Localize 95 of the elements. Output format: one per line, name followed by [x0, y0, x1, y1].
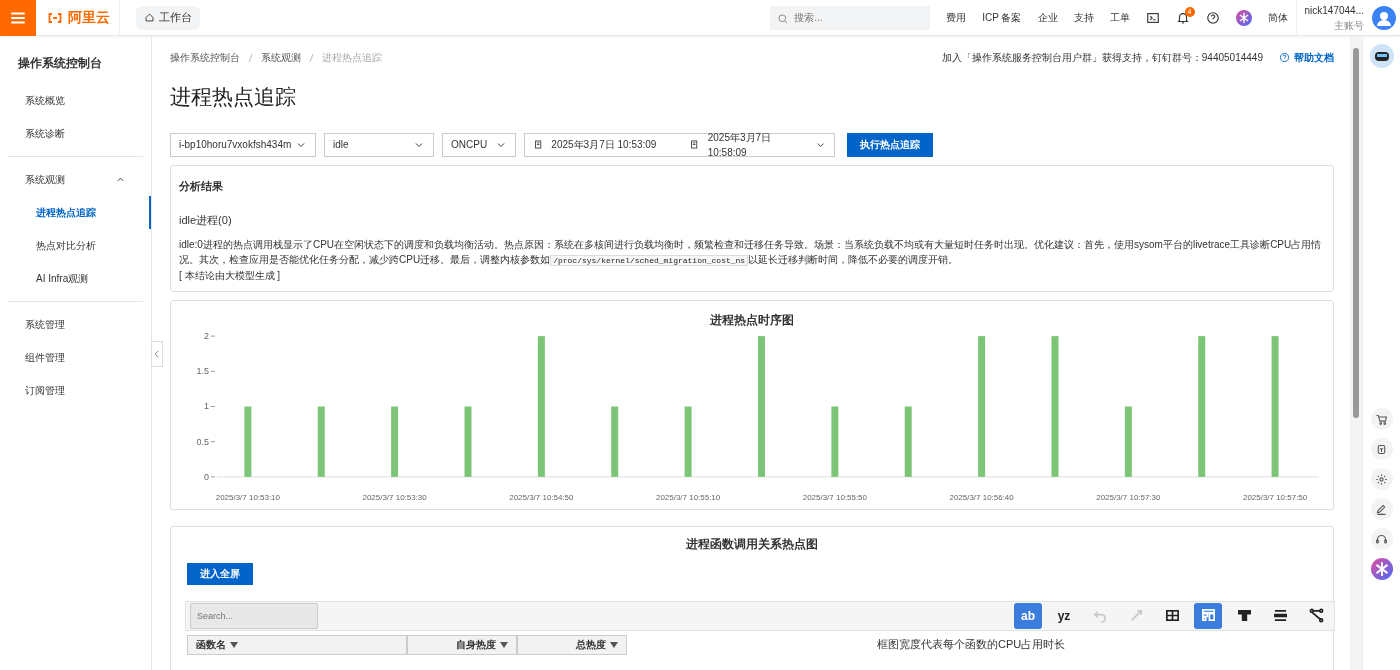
chart-bar: [831, 406, 839, 477]
instance-select[interactable]: i-bp10horu7vxokfsh434m: [170, 132, 316, 157]
table-icon: [1164, 608, 1180, 623]
cart-icon[interactable]: [1375, 412, 1388, 426]
sort-icon: [500, 641, 508, 648]
x-tick-label: 2025/3/7 10:56:40: [949, 492, 1014, 502]
help-icon[interactable]: [1205, 10, 1220, 25]
kernel-parameter-path: /proc/sys/kernel/sched_migration_cost_ns: [550, 254, 749, 266]
nav-link[interactable]: 工单: [1109, 10, 1130, 25]
sidebar-item[interactable]: 系统诊断: [0, 117, 151, 150]
chart-bar: [1124, 406, 1132, 477]
help-link[interactable]: 帮助文档: [1279, 50, 1334, 65]
sort-icon: [610, 641, 618, 648]
breadcrumb-separator-icon: [309, 52, 314, 63]
process-heading: idle进程(0): [179, 213, 233, 228]
language-link[interactable]: 简体: [1267, 10, 1288, 25]
sort-icon: [230, 641, 238, 648]
mode-select[interactable]: ONCPU: [442, 132, 516, 157]
search-field[interactable]: Search...: [190, 602, 318, 629]
account-type: 主账号: [1334, 18, 1364, 33]
home-icon: [144, 12, 155, 23]
sidebar-title: 操作系统控制台: [17, 55, 103, 72]
x-tick-label: 2025/3/7 10:55:10: [656, 492, 721, 502]
calendar-icon: [533, 139, 544, 150]
x-tick-label: 2025/3/7 10:55:50: [802, 492, 867, 502]
nav-link[interactable]: ICP 备案: [982, 10, 1022, 25]
x-tick-label: 2025/3/7 10:53:30: [362, 492, 427, 502]
breadcrumb-link[interactable]: 系统观测: [261, 50, 301, 65]
column-header[interactable]: 总热度: [517, 634, 627, 655]
graph-icon: [1308, 608, 1324, 623]
chart-bar: [317, 406, 325, 477]
nav-link[interactable]: 支持: [1073, 10, 1094, 25]
bell-icon[interactable]: [1175, 10, 1190, 25]
sandwich-icon: [1272, 608, 1288, 623]
scrollbar-thumb[interactable]: [1353, 48, 1359, 418]
chevron-left-icon: [152, 349, 162, 359]
section-title: 进程函数调用关系热点图: [685, 535, 819, 553]
search-field[interactable]: 搜索...: [770, 5, 931, 30]
breadcrumb-link[interactable]: 操作系统控制台: [170, 50, 240, 65]
nav-link[interactable]: 费用: [946, 10, 967, 25]
chart-bar: [391, 406, 399, 477]
support-notice: 加入「操作系统服务控制台用户群」获得支持，钉钉群号：94405014449: [941, 51, 1263, 65]
sidebar-item[interactable]: AI Infra观测: [0, 262, 151, 295]
sidebar-item[interactable]: 热点对比分析: [0, 229, 151, 262]
calendar-icon: [689, 139, 700, 150]
fullscreen-button[interactable]: 进入全屏: [187, 562, 253, 585]
chart-bar: [684, 406, 692, 477]
column-header[interactable]: 自身热度: [407, 634, 517, 655]
menu-button[interactable]: [0, 0, 36, 36]
section-title: 分析结果: [179, 178, 224, 194]
sort-button[interactable]: yz: [1050, 602, 1078, 629]
date-range-picker[interactable]: 2025年3月7日 10:53:09 2025年3月7日 10:58:09: [524, 132, 835, 157]
y-tick-label: 0: [203, 471, 209, 482]
nav-link[interactable]: 企业: [1037, 10, 1058, 25]
chart-bar: [464, 406, 472, 477]
assistant-icon[interactable]: [1370, 558, 1393, 580]
breadcrumb-separator-icon: [248, 52, 253, 63]
chart-title: 进程热点时序图: [710, 312, 794, 327]
user-name[interactable]: nick147044...: [1304, 2, 1364, 18]
chart-bar: [244, 406, 252, 477]
y-tick-label: 1.5: [196, 365, 209, 376]
x-tick-label: 2025/3/7 10:57:50: [1242, 492, 1308, 502]
robot-icon[interactable]: [1369, 44, 1394, 68]
chart-bar: [904, 406, 912, 477]
assistant-icon[interactable]: [1235, 9, 1252, 26]
chart-bar: [611, 406, 619, 477]
breadcrumb-current: 进程热点追踪: [322, 51, 382, 65]
redo-icon: [1128, 608, 1144, 623]
y-tick-label: 1: [203, 401, 209, 411]
pen-icon[interactable]: [1375, 502, 1388, 516]
column-header[interactable]: 函数名: [187, 634, 407, 655]
avatar-icon[interactable]: [1372, 5, 1396, 30]
sidebar-item[interactable]: 系统管理: [0, 308, 151, 341]
analysis-text: idle:0进程的热点调用栈显示了CPU在空闲状态下的调度和负载均衡活动。热点原因：系统在多核间进行负载均衡时，频繁检查和迁移任务导致。场景：当系统负载不均或有大量短时任务时出现。优化建议：首先，使用sysom平台的livetrace工具诊断CPU占用情况。其次，检查应用是否能优化任务分配，减少跨CPU迁移。最后，调整内核参数如 /proc/sys/kernel/sched_migration_cost_ns 以延长迁移判断时间，降低不必要的调度开销。: [179, 237, 1323, 268]
sidebar-item[interactable]: 组件管理: [0, 341, 151, 374]
sidebar-item[interactable]: 订阅管理: [0, 374, 151, 407]
y-tick-label: 2: [203, 330, 209, 341]
sidebar-group[interactable]: 系统观测: [0, 163, 151, 196]
trace-button[interactable]: 执行热点追踪: [847, 132, 933, 157]
process-select[interactable]: idle: [324, 132, 434, 157]
icicle-icon: [1236, 608, 1252, 623]
page-title: 进程热点追踪: [170, 84, 297, 110]
flame-caption: 框图宽度代表每个函数的CPU占用时长: [877, 636, 1066, 652]
terminal-icon[interactable]: [1145, 10, 1160, 25]
y-tick-label: 0.5: [196, 436, 209, 447]
x-tick-label: 2025/3/7 10:57:30: [1096, 492, 1161, 502]
workbench-button[interactable]: 工作台: [136, 5, 200, 30]
x-tick-label: 2025/3/7 10:54:50: [509, 492, 574, 502]
sort-button[interactable]: ab: [1014, 602, 1042, 629]
sidebar-item[interactable]: 系统概览: [0, 84, 151, 117]
headset-icon[interactable]: [1375, 532, 1388, 546]
flame-graph-icon: [1200, 608, 1216, 623]
x-tick-label: 2025/3/7 10:53:10: [215, 492, 280, 502]
ai-note: [ 本结论由大模型生成 ]: [179, 268, 282, 283]
help-icon: [1279, 52, 1290, 63]
